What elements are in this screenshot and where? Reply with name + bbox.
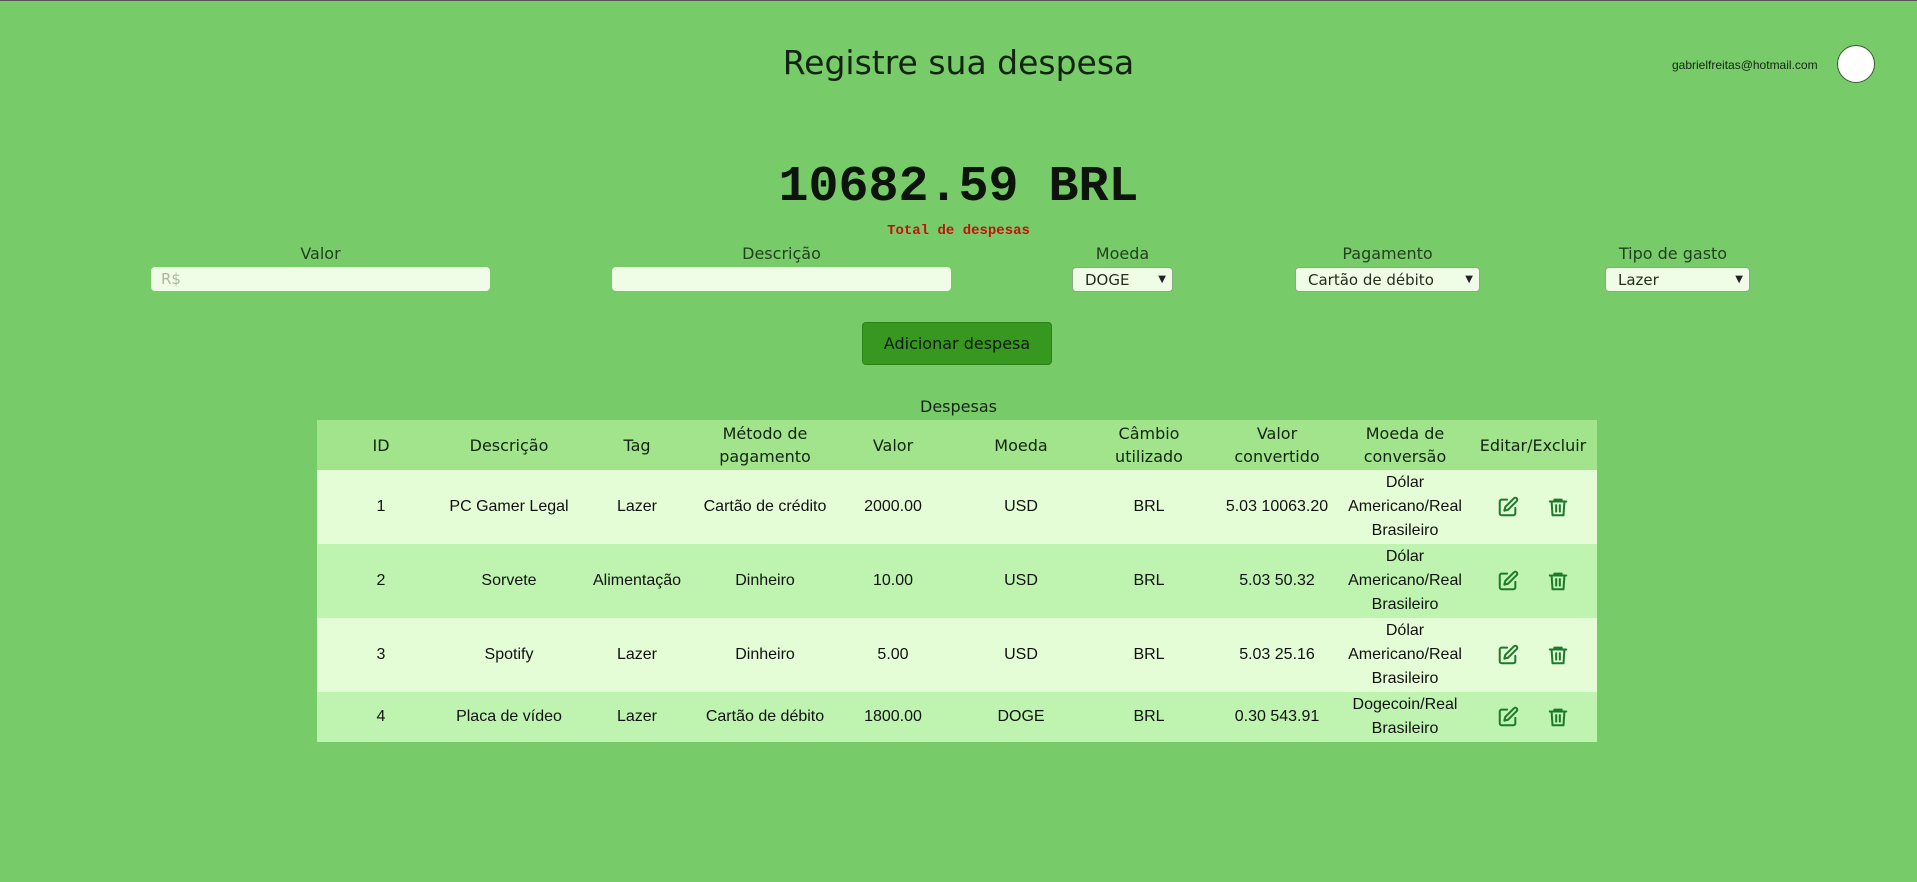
descricao-input[interactable] [612,267,951,291]
header-cambio: Câmbio utilizado [1085,420,1213,470]
cell-valor: 1800.00 [829,692,957,742]
edit-icon[interactable] [1497,570,1519,592]
cell-moeda-conversao: Dólar Americano/Real Brasileiro [1341,470,1469,544]
header-tag: Tag [573,420,701,470]
cell-cambio: BRL [1085,470,1213,544]
table-caption: Despesas [920,397,997,416]
cell-id: 2 [317,544,445,618]
table-row: 1 PC Gamer Legal Lazer Cartão de crédito… [317,470,1597,544]
cell-cambio: BRL [1085,618,1213,692]
header-valor: Valor [829,420,957,470]
cell-actions [1469,692,1597,742]
table-header-row: ID Descrição Tag Método de pagamento Val… [317,420,1597,470]
chevron-down-icon: ▼ [1158,274,1166,285]
total-expenses-label: Total de despesas [887,223,1030,239]
trash-icon[interactable] [1547,644,1569,666]
pagamento-selected-value: Cartão de débito [1308,270,1434,289]
tipo-gasto-label: Tipo de gasto [1618,244,1728,263]
cell-moeda-conversao: Dólar Americano/Real Brasileiro [1341,618,1469,692]
cell-actions [1469,470,1597,544]
descricao-label: Descrição [742,244,821,263]
user-email: gabrielfreitas@hotmail.com [1672,58,1818,72]
header-moeda-conversao: Moeda de conversão [1341,420,1469,470]
cell-actions [1469,544,1597,618]
trash-icon[interactable] [1547,706,1569,728]
cell-tag: Alimentação [573,544,701,618]
pagamento-label: Pagamento [1342,244,1433,263]
cell-moeda: DOGE [957,692,1085,742]
chevron-down-icon: ▼ [1735,274,1743,285]
cell-metodo: Cartão de débito [701,692,829,742]
chevron-down-icon: ▼ [1465,274,1473,285]
total-expenses-value: 10682.59 BRL [778,159,1139,216]
cell-metodo: Cartão de crédito [701,470,829,544]
add-expense-button[interactable]: Adicionar despesa [862,322,1052,365]
avatar[interactable] [1837,45,1875,83]
cell-moeda: USD [957,470,1085,544]
cell-moeda: USD [957,618,1085,692]
tipo-gasto-selected-value: Lazer [1618,270,1659,289]
cell-valor-convertido: 5.03 50.32 [1213,544,1341,618]
cell-moeda: USD [957,544,1085,618]
cell-actions [1469,618,1597,692]
cell-cambio: BRL [1085,544,1213,618]
table-row: 2 Sorvete Alimentação Dinheiro 10.00 USD… [317,544,1597,618]
header-id: ID [317,420,445,470]
table-row: 4 Placa de vídeo Lazer Cartão de débito … [317,692,1597,742]
valor-input[interactable] [151,267,490,291]
cell-descricao: Placa de vídeo [445,692,573,742]
cell-id: 1 [317,470,445,544]
header-descricao: Descrição [445,420,573,470]
trash-icon[interactable] [1547,496,1569,518]
edit-icon[interactable] [1497,644,1519,666]
cell-valor: 10.00 [829,544,957,618]
cell-tag: Lazer [573,618,701,692]
cell-moeda-conversao: Dólar Americano/Real Brasileiro [1341,544,1469,618]
trash-icon[interactable] [1547,570,1569,592]
moeda-label: Moeda [1095,244,1150,263]
header-metodo: Método de pagamento [701,420,829,470]
cell-descricao: Sorvete [445,544,573,618]
moeda-selected-value: DOGE [1085,270,1130,289]
cell-valor-convertido: 5.03 10063.20 [1213,470,1341,544]
cell-metodo: Dinheiro [701,544,829,618]
cell-metodo: Dinheiro [701,618,829,692]
cell-valor: 5.00 [829,618,957,692]
cell-cambio: BRL [1085,692,1213,742]
pagamento-select[interactable]: Cartão de débito ▼ [1295,267,1480,292]
valor-label: Valor [300,244,341,263]
header-valor-convertido: Valor convertido [1213,420,1341,470]
edit-icon[interactable] [1497,496,1519,518]
cell-valor-convertido: 0.30 543.91 [1213,692,1341,742]
cell-valor: 2000.00 [829,470,957,544]
cell-id: 4 [317,692,445,742]
cell-tag: Lazer [573,470,701,544]
table-row: 3 Spotify Lazer Dinheiro 5.00 USD BRL 5.… [317,618,1597,692]
cell-moeda-conversao: Dogecoin/Real Brasileiro [1341,692,1469,742]
page-title: Registre sua despesa [782,43,1135,82]
header-moeda: Moeda [957,420,1085,470]
header-editar-excluir: Editar/Excluir [1469,420,1597,470]
cell-valor-convertido: 5.03 25.16 [1213,618,1341,692]
edit-icon[interactable] [1497,706,1519,728]
cell-tag: Lazer [573,692,701,742]
moeda-select[interactable]: DOGE ▼ [1072,267,1173,292]
cell-descricao: PC Gamer Legal [445,470,573,544]
cell-descricao: Spotify [445,618,573,692]
cell-id: 3 [317,618,445,692]
tipo-gasto-select[interactable]: Lazer ▼ [1605,267,1750,292]
expenses-table: ID Descrição Tag Método de pagamento Val… [317,420,1597,742]
